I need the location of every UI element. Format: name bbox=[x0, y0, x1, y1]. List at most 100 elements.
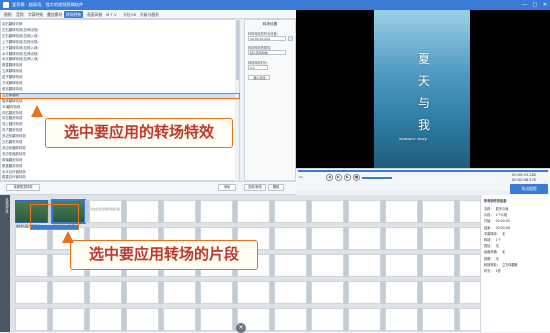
info-value: 00:00:08 bbox=[495, 225, 510, 230]
close-button[interactable]: ✕ bbox=[540, 0, 550, 10]
info-row: 叠加：无 bbox=[484, 243, 499, 248]
info-row: 片段： 2个片段 bbox=[484, 212, 507, 217]
tab-overlay[interactable]: 叠加素材 bbox=[45, 11, 64, 18]
timeline-slot[interactable] bbox=[274, 227, 307, 250]
tab-mtv[interactable]: M T V bbox=[104, 11, 119, 18]
timeline-slot[interactable] bbox=[422, 200, 455, 223]
tab-transition[interactable]: 转场特效 bbox=[64, 11, 84, 18]
timeline-slot[interactable] bbox=[459, 227, 480, 250]
timeline-slot[interactable] bbox=[348, 200, 381, 223]
title-bar: 爱剪辑 - 超易用、强大的视频剪辑软件 bbox=[0, 0, 550, 10]
add-button[interactable]: 添加 bbox=[218, 184, 236, 191]
timeline-slot[interactable] bbox=[15, 281, 48, 304]
length-stepper[interactable]: 0.5 bbox=[248, 65, 268, 70]
timeline-slot[interactable] bbox=[385, 308, 418, 331]
tab-audio[interactable]: 音频 bbox=[14, 11, 26, 18]
timeline-slot[interactable] bbox=[15, 227, 48, 250]
timeline-slot[interactable] bbox=[15, 308, 48, 331]
delete-button[interactable]: 删除 bbox=[268, 184, 284, 191]
timeline-slot[interactable] bbox=[163, 308, 196, 331]
timeline-slot[interactable] bbox=[311, 200, 344, 223]
timeline-slot[interactable] bbox=[348, 281, 381, 304]
timeline-slot[interactable] bbox=[422, 227, 455, 250]
timeline-slot[interactable] bbox=[200, 281, 233, 304]
timeline-slot[interactable] bbox=[348, 227, 381, 250]
timeline-slot[interactable] bbox=[348, 254, 381, 277]
maximize-button[interactable]: □ bbox=[530, 0, 540, 10]
info-value: 立方体翻转 bbox=[501, 262, 518, 267]
timeline-slot[interactable] bbox=[459, 200, 480, 223]
export-video-button[interactable]: 导出视频 bbox=[510, 184, 548, 194]
info-value: 1秒 bbox=[495, 269, 501, 273]
timeline-slot[interactable] bbox=[200, 308, 233, 331]
playback-progress[interactable] bbox=[298, 170, 548, 172]
tab-subtitle[interactable]: 字幕特效 bbox=[26, 11, 45, 18]
tab-upgrade[interactable]: 升级与服务 bbox=[138, 11, 161, 18]
apply-modify-button[interactable]: 应用/修改 bbox=[244, 184, 266, 191]
speed-label[interactable]: 1x bbox=[299, 175, 303, 179]
timeline-slot[interactable] bbox=[274, 308, 307, 331]
volume-slider[interactable] bbox=[362, 177, 392, 179]
timeline-slot[interactable] bbox=[89, 200, 122, 223]
tab-karaoke[interactable]: 卡拉OK bbox=[121, 11, 138, 18]
timeline-slot[interactable] bbox=[52, 308, 85, 331]
timeline-slot[interactable] bbox=[237, 200, 270, 223]
timeline-slot[interactable] bbox=[459, 308, 480, 331]
timeline-slot[interactable] bbox=[126, 308, 159, 331]
info-row: 转场特效： 立方体翻转 bbox=[484, 262, 518, 267]
timeline-slot[interactable] bbox=[200, 200, 233, 223]
timeline-slot[interactable] bbox=[385, 227, 418, 250]
prev-frame-icon[interactable]: ◀ bbox=[326, 174, 333, 181]
timeline-slot[interactable] bbox=[274, 200, 307, 223]
info-row: 结束： 00:00:08 bbox=[484, 225, 510, 230]
info-value: 00:00:00 bbox=[495, 219, 510, 224]
timeline-slot[interactable] bbox=[459, 281, 480, 304]
timeline-slot[interactable] bbox=[52, 281, 85, 304]
info-row: 时长： 1秒 bbox=[484, 268, 501, 273]
timeline-slot[interactable] bbox=[385, 254, 418, 277]
selected-clip-highlight bbox=[30, 204, 79, 230]
tab-video[interactable]: 视频 bbox=[2, 11, 14, 18]
timeline-slot[interactable] bbox=[385, 200, 418, 223]
timeline-slot[interactable] bbox=[126, 281, 159, 304]
timeline-slot[interactable] bbox=[311, 281, 344, 304]
timeline-slot[interactable] bbox=[311, 308, 344, 331]
list-scroll-thumb[interactable] bbox=[235, 20, 239, 80]
timeline-slot[interactable] bbox=[15, 254, 48, 277]
preview-effect-button[interactable]: 设置预览特效 bbox=[6, 184, 40, 191]
timeline-slot[interactable] bbox=[459, 254, 480, 277]
property-select[interactable]: 默认转场特效 bbox=[248, 50, 286, 55]
timeline-slot[interactable] bbox=[274, 254, 307, 277]
tab-style[interactable]: 画面风格 bbox=[85, 11, 104, 18]
preview-image: 夏 天 与 我 summer story bbox=[374, 10, 470, 168]
info-key: 画面风格： bbox=[484, 250, 500, 255]
timeline-slot[interactable] bbox=[89, 281, 122, 304]
duration-field[interactable]: 00:00:01.000 bbox=[248, 36, 286, 41]
timeline-slot[interactable] bbox=[311, 227, 344, 250]
timeline-slot[interactable] bbox=[311, 254, 344, 277]
timeline-slot[interactable] bbox=[348, 308, 381, 331]
timeline-slot[interactable] bbox=[237, 281, 270, 304]
preview-subtitle: summer story bbox=[399, 136, 428, 141]
timeline-slot[interactable] bbox=[126, 200, 159, 223]
timeline-slot[interactable] bbox=[89, 308, 122, 331]
info-row: 音频：无 bbox=[484, 256, 499, 261]
info-row: 名称： 夏天与我 bbox=[484, 206, 508, 211]
info-key: 转场： bbox=[484, 238, 494, 242]
clock-icon[interactable] bbox=[288, 36, 293, 41]
timeline-slot[interactable] bbox=[385, 281, 418, 304]
preview-text-wo: 我 bbox=[418, 118, 431, 132]
timeline-slot[interactable] bbox=[422, 281, 455, 304]
timeline-slot[interactable] bbox=[422, 308, 455, 331]
timeline-side-label: 已添加片段 bbox=[5, 198, 9, 213]
timeline-slot[interactable] bbox=[163, 281, 196, 304]
timeline-slot[interactable] bbox=[274, 281, 307, 304]
minimize-button[interactable]: — bbox=[520, 0, 530, 10]
next-frame-icon[interactable]: ▶ bbox=[344, 174, 351, 181]
stop-icon[interactable]: ■ bbox=[353, 174, 360, 181]
apply-settings-button[interactable]: 确认修改 bbox=[248, 75, 270, 80]
timeline-slot[interactable] bbox=[163, 200, 196, 223]
timeline-slot[interactable] bbox=[422, 254, 455, 277]
play-icon[interactable]: ▶ bbox=[335, 174, 342, 181]
info-value: 无 bbox=[495, 256, 499, 261]
